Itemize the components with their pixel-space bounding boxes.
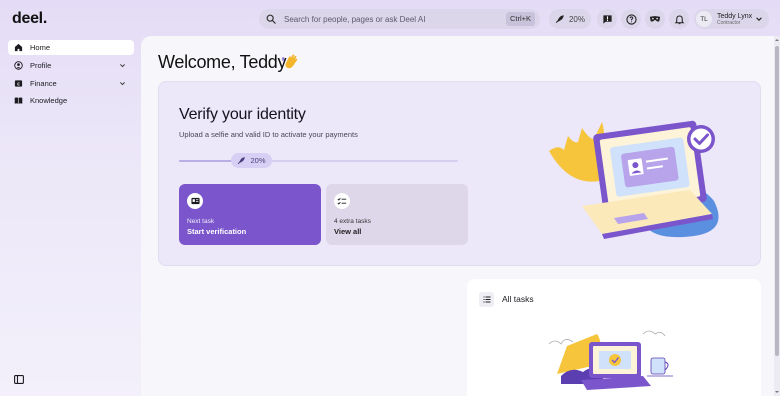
onboarding-progress-button[interactable]: 20%	[549, 9, 591, 29]
user-name: Teddy Lynx	[717, 12, 753, 20]
search-input[interactable]	[284, 14, 494, 24]
user-role: Contractor	[717, 19, 741, 26]
sidebar: Home Profile € Finance Knowledge	[0, 36, 140, 396]
extra-tasks-kicker: 4 extra tasks	[334, 218, 371, 225]
sidebar-item-knowledge[interactable]: Knowledge	[8, 93, 134, 108]
start-verification-button[interactable]: Next task Start verification	[179, 184, 321, 245]
tasks-laptop-illustration	[548, 330, 673, 390]
bell-icon	[674, 15, 684, 24]
sidebar-item-profile[interactable]: Profile	[8, 58, 134, 73]
id-card-icon	[187, 193, 203, 209]
deel-logo[interactable]: deel.	[12, 10, 47, 28]
help-button[interactable]	[621, 9, 641, 29]
avatar: TL	[696, 11, 712, 27]
scroll-up-arrow-icon[interactable]	[774, 37, 780, 43]
view-all-tasks-button[interactable]: 4 extra tasks View all	[326, 184, 468, 245]
user-menu[interactable]: TL Teddy Lynx Contractor	[694, 9, 769, 29]
page-scrollbar[interactable]	[774, 36, 780, 396]
verify-subtitle: Upload a selfie and valid ID to activate…	[179, 130, 358, 139]
main-content: Welcome, Teddy Verify your identity Uplo…	[141, 36, 774, 396]
rocket-icon	[238, 157, 246, 165]
help-icon	[625, 13, 637, 25]
notifications-button[interactable]	[669, 9, 689, 29]
sidebar-item-finance[interactable]: € Finance	[8, 76, 134, 91]
sidebar-item-label: Home	[30, 43, 51, 52]
feedback-button[interactable]	[597, 9, 617, 29]
home-icon	[14, 43, 23, 52]
sidebar-item-label: Knowledge	[30, 96, 68, 105]
profile-icon	[14, 61, 23, 70]
chevron-down-icon	[120, 82, 125, 86]
top-bar: deel. Ctrl+K 20% TL Teddy Lynx Contracto…	[0, 0, 780, 36]
extra-tasks-label: View all	[334, 227, 362, 236]
list-icon	[479, 292, 494, 307]
sidebar-item-label: Finance	[30, 79, 57, 88]
scroll-down-arrow-icon[interactable]	[774, 389, 780, 395]
sidebar-item-label: Profile	[30, 61, 52, 70]
search-shortcut: Ctrl+K	[505, 12, 535, 26]
next-task-label: Start verification	[187, 227, 247, 236]
chevron-down-icon	[756, 17, 762, 21]
scrollbar-thumb[interactable]	[775, 46, 779, 356]
verify-identity-card: Verify your identity Upload a selfie and…	[158, 81, 761, 266]
book-icon	[14, 97, 23, 104]
verify-progress-label: 20%	[250, 156, 266, 165]
next-task-kicker: Next task	[187, 218, 215, 225]
sidebar-toggle-icon[interactable]	[14, 375, 24, 384]
mask-icon	[649, 15, 661, 21]
chevron-down-icon	[120, 64, 125, 68]
laptop-verification-illustration	[549, 120, 719, 239]
verify-progress-badge: 20%	[231, 153, 272, 168]
all-tasks-title: All tasks	[502, 294, 534, 304]
page-title: Welcome, Teddy	[158, 52, 287, 72]
finance-icon: €	[14, 80, 23, 88]
checklist-icon	[334, 193, 350, 209]
feedback-icon	[602, 14, 612, 24]
user-info: Teddy Lynx Contractor	[717, 13, 752, 26]
incognito-button[interactable]	[645, 9, 665, 29]
search-bar[interactable]: Ctrl+K	[259, 9, 540, 29]
sidebar-item-home[interactable]: Home	[8, 40, 134, 55]
verify-progress-fill	[179, 160, 235, 162]
waving-hand-icon	[281, 54, 298, 69]
rocket-icon	[555, 15, 564, 24]
all-tasks-card: All tasks	[467, 279, 761, 396]
onboarding-progress-label: 20%	[568, 14, 585, 24]
verify-title: Verify your identity	[179, 106, 306, 123]
svg-text:€: €	[17, 82, 20, 88]
search-icon	[266, 14, 276, 24]
verify-progress-bar	[179, 160, 458, 162]
